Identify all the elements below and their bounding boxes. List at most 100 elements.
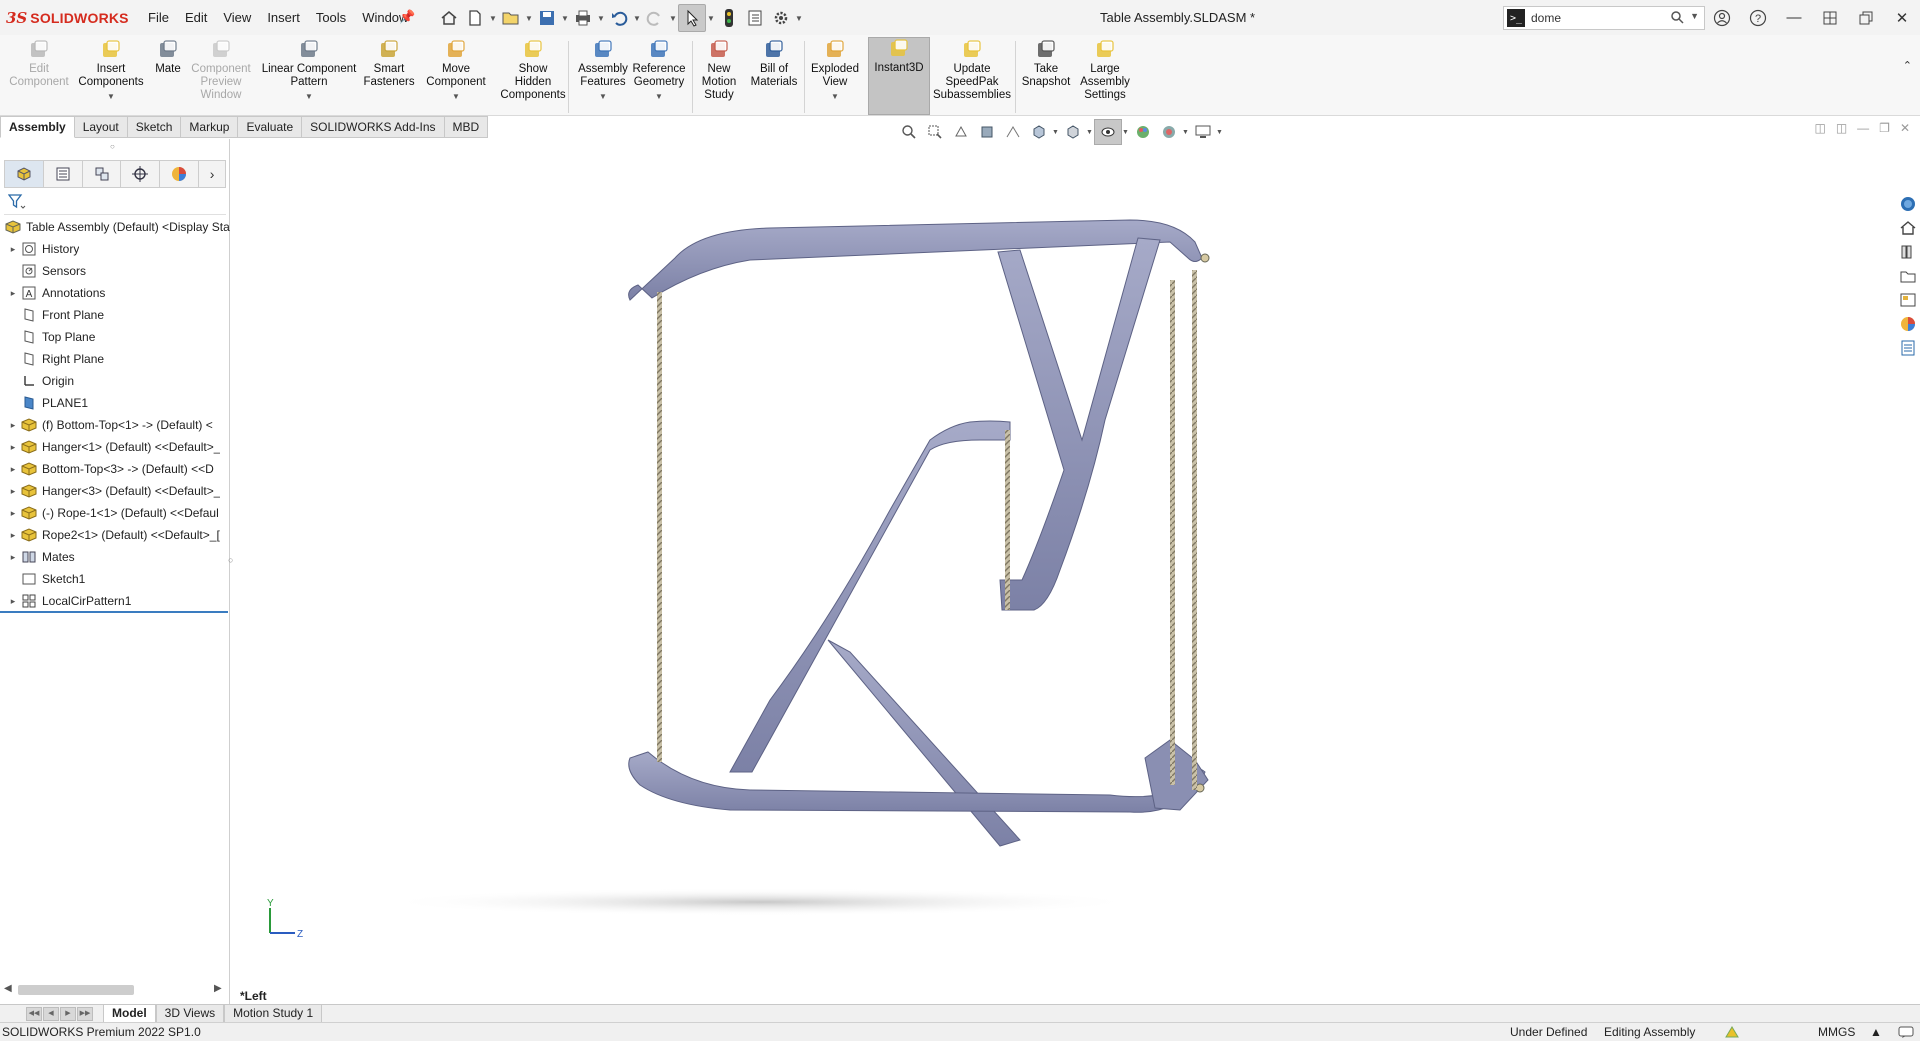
view-orientation-dropdown-icon[interactable]: ▼ [1052,129,1060,136]
home-icon[interactable] [436,5,462,31]
save-dropdown-icon[interactable]: ▼ [560,14,570,23]
assembly-features-dropdown-icon[interactable]: ▼ [599,90,607,103]
expand-chevron-icon[interactable]: ▸ [6,420,20,431]
display-manager-tab[interactable] [159,160,199,188]
bottom-rail[interactable] [628,751,1206,813]
close-icon[interactable]: ✕ [1884,0,1920,35]
tab-layout[interactable]: Layout [74,116,128,138]
pin-menu-icon[interactable]: 📌 [399,9,415,25]
tree-item-plane[interactable]: Right Plane [0,348,234,370]
rebuild-traffic-light-icon[interactable] [716,5,742,31]
large-assembly-settings-button[interactable]: Large Assembly Settings [1076,39,1134,113]
tab-3d-views[interactable]: 3D Views [155,1005,225,1023]
panel-drag-handle[interactable]: ○ [110,142,115,151]
design-library-icon[interactable] [1897,241,1919,263]
assembly-features-button[interactable]: Assembly Features ▼ [572,39,634,113]
expand-chevron-icon[interactable]: ▸ [6,552,20,563]
lower-hanger-brace[interactable] [827,639,1021,847]
tab-assembly[interactable]: Assembly [0,116,75,138]
search-icon[interactable] [1670,10,1684,27]
graphics-area[interactable]: Y Z [230,140,1890,1006]
print-icon[interactable] [570,5,596,31]
tree-item-part[interactable]: ▸ (-) Rope-1<1> (Default) <<Defaul [0,502,234,524]
update-speedpak-button[interactable]: Update SpeedPak Subassemblies [932,39,1012,113]
configuration-manager-tab[interactable] [81,160,121,188]
appearances-scenes-icon[interactable] [1897,313,1919,335]
expand-chevron-icon[interactable]: ▸ [6,464,20,475]
edit-component-button[interactable]: Edit Component [8,39,70,113]
tree-item-sketch[interactable]: Sketch1 [0,568,234,590]
expand-tabs-chevron-icon[interactable]: › [198,160,227,188]
feature-manager-tab[interactable] [4,160,43,188]
minimize-icon[interactable]: — [1776,0,1812,35]
property-manager-tab[interactable] [42,160,82,188]
search-box[interactable]: >_ ▼ [1503,6,1705,30]
tree-item-part[interactable]: ▸ Hanger<3> (Default) <<Default>_ [0,480,234,502]
expand-chevron-icon[interactable]: ▸ [6,530,20,541]
component-preview-window-button[interactable]: Component Preview Window [190,39,252,113]
viewport-minimize-icon[interactable]: — [1857,121,1869,135]
viewport-tile-right-icon[interactable]: ◫ [1836,121,1847,135]
tree-item-part[interactable]: ▸ Hanger<1> (Default) <<Default>_ [0,436,234,458]
tree-item-plane-blue[interactable]: PLANE1 [0,392,234,414]
options-gear-icon[interactable] [768,5,794,31]
reference-geometry-dropdown-icon[interactable]: ▼ [655,90,663,103]
upper-hanger[interactable] [997,237,1161,611]
expand-chevron-icon[interactable]: ▸ [6,288,20,299]
display-style-dropdown-icon[interactable]: ▼ [1086,129,1094,136]
file-properties-icon[interactable] [742,5,768,31]
units-dropdown-icon[interactable]: ▲ [1870,1025,1882,1039]
tab-markup[interactable]: Markup [181,116,239,138]
file-explorer-icon[interactable] [1897,265,1919,287]
notifications-icon[interactable] [1898,1025,1914,1042]
command-search-icon[interactable]: >_ [1507,9,1525,27]
tree-item-origin[interactable]: Origin [0,370,234,392]
viewport-tile-left-icon[interactable]: ◫ [1814,121,1825,135]
view-settings-dropdown-icon[interactable]: ▼ [1216,129,1224,136]
help-icon[interactable]: ? [1740,0,1776,35]
new-motion-study-button[interactable]: New Motion Study [694,39,744,113]
open-folder-icon[interactable] [498,5,524,31]
status-units[interactable]: MMGS [1818,1025,1855,1039]
tab-model[interactable]: Model [103,1005,156,1023]
new-dropdown-icon[interactable]: ▼ [488,14,498,23]
top-rail[interactable] [628,219,1203,301]
move-component-button[interactable]: Move Component ▼ [422,39,490,113]
rollback-bar[interactable] [0,611,228,613]
next-tab-icon[interactable]: ▶ [60,1007,76,1021]
expand-chevron-icon[interactable]: ▸ [6,244,20,255]
options-dropdown-icon[interactable]: ▼ [794,14,804,23]
tree-item-assembly[interactable]: Table Assembly (Default) <Display Sta [0,216,232,238]
search-dropdown-icon[interactable]: ▼ [1690,11,1699,21]
tab-motion-study-1[interactable]: Motion Study 1 [224,1005,323,1023]
last-tab-icon[interactable]: ▶▶ [77,1007,93,1021]
prev-tab-icon[interactable]: ◀ [43,1007,59,1021]
select-arrow-icon[interactable] [678,4,706,32]
scroll-right-icon[interactable]: ▶ [214,983,222,994]
collapse-ribbon-icon[interactable]: ⌃ [1903,59,1912,72]
open-dropdown-icon[interactable]: ▼ [524,14,534,23]
mate-button[interactable]: Mate [154,39,182,113]
menu-tools[interactable]: Tools [308,8,354,27]
right-rope-inner[interactable] [1170,280,1175,785]
lower-hanger[interactable] [729,420,1011,773]
tree-item-part[interactable]: ▸ Rope2<1> (Default) <<Default>_[ [0,524,234,546]
scroll-left-icon[interactable]: ◀ [4,983,12,994]
right-rope-outer[interactable] [1192,270,1197,790]
tree-item-plane[interactable]: Top Plane [0,326,234,348]
undo-icon[interactable] [606,5,632,31]
insert-components-dropdown-icon[interactable]: ▼ [107,90,115,103]
print-dropdown-icon[interactable]: ▼ [596,14,606,23]
tree-item-annotations[interactable]: ▸ A Annotations [0,282,234,304]
restore-icon[interactable] [1848,0,1884,35]
custom-properties-icon[interactable] [1897,337,1919,359]
solidworks-resources-icon[interactable] [1897,193,1919,215]
take-snapshot-button[interactable]: Take Snapshot [1020,39,1072,113]
tab-evaluate[interactable]: Evaluate [238,116,303,138]
exploded-view-dropdown-icon[interactable]: ▼ [831,90,839,103]
tree-item-part[interactable]: ▸ (f) Bottom-Top<1> -> (Default) < [0,414,234,436]
smart-fasteners-button[interactable]: Smart Fasteners [363,39,415,113]
left-rope[interactable] [657,292,662,762]
tree-item-history[interactable]: ▸ History [0,238,234,260]
filter-icon[interactable] [7,194,26,213]
